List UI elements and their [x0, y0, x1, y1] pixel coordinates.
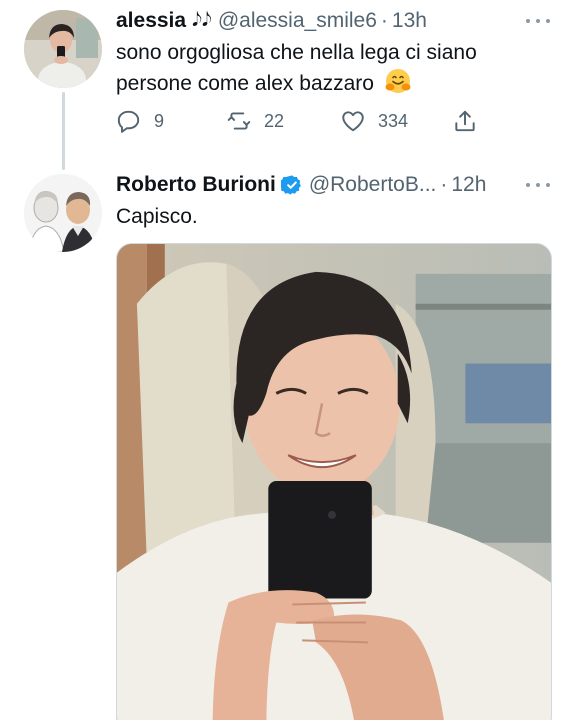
like-icon	[342, 111, 364, 132]
hugging-face-emoji	[385, 69, 411, 93]
reply-count: 9	[154, 110, 165, 131]
separator-dot: ·	[440, 173, 448, 196]
tweet-header: Roberto Burioni @RobertoB... · 12h	[116, 170, 486, 200]
display-name[interactable]: alessia	[116, 9, 186, 33]
avatar[interactable]	[24, 10, 102, 88]
tweet-alessia[interactable]: alessia 𝅘𝅥𝅮𝅘𝅥𝅮 @alessia_smile6 · 13h son…	[0, 0, 576, 170]
tweet-photo[interactable]	[116, 243, 552, 720]
tweet-text-content: sono orgogliosa che nella lega ci siano …	[116, 41, 477, 95]
tweet-header: alessia 𝅘𝅥𝅮𝅘𝅥𝅮 @alessia_smile6 · 13h	[116, 6, 427, 36]
share-button[interactable]	[452, 107, 478, 135]
tweet-text: Capisco.	[116, 202, 546, 231]
more-icon[interactable]	[526, 17, 550, 25]
like-count: 334	[378, 110, 409, 131]
retweet-button[interactable]: 22	[226, 107, 284, 135]
tweet-text: sono orgogliosa che nella lega ci siano …	[116, 38, 546, 98]
separator-dot: ·	[380, 9, 388, 32]
retweet-count: 22	[264, 110, 285, 131]
retweet-icon	[227, 112, 251, 130]
avatar[interactable]	[24, 174, 102, 252]
timestamp[interactable]: 13h	[392, 9, 427, 33]
music-notes-emoji: 𝅘𝅥𝅮𝅘𝅥𝅮	[192, 10, 212, 31]
display-name[interactable]: Roberto Burioni	[116, 173, 276, 197]
handle[interactable]: @RobertoB...	[309, 173, 437, 197]
tweet-text-content: Capisco.	[116, 205, 198, 228]
reply-icon	[117, 110, 140, 133]
handle[interactable]: @alessia_smile6	[218, 9, 377, 33]
reply-button[interactable]: 9	[116, 107, 164, 135]
thread-line	[62, 92, 65, 170]
timestamp[interactable]: 12h	[451, 173, 486, 197]
more-icon[interactable]	[526, 181, 550, 189]
tweet-actions: 9 22 334	[116, 107, 486, 135]
like-button[interactable]: 334	[340, 107, 408, 135]
verified-icon	[280, 175, 301, 195]
share-icon	[455, 110, 475, 132]
tweet-roberto-burioni[interactable]: Roberto Burioni @RobertoB... · 12h Capis…	[0, 160, 576, 720]
